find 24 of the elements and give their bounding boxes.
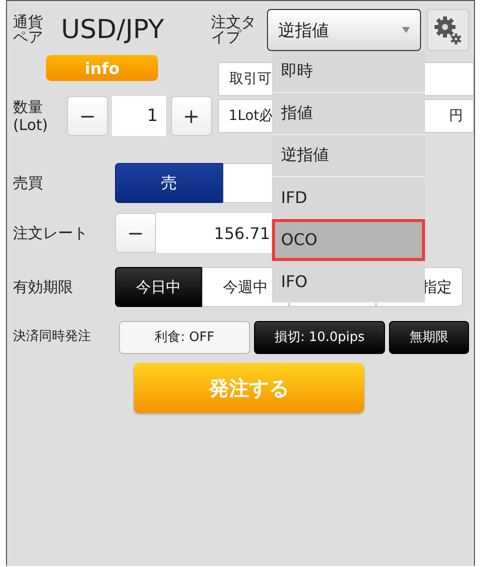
caret-icon xyxy=(402,27,410,33)
order-type-label: 注文タイプ xyxy=(211,15,257,45)
settings-icon xyxy=(434,15,462,45)
side-label: 売買 xyxy=(13,174,44,192)
expiry-label: 有効期限 xyxy=(13,278,74,296)
increase-button[interactable]: + xyxy=(170,96,212,136)
dropdown-item[interactable]: OCO xyxy=(272,219,425,261)
pair-label: 通貨ペア xyxy=(13,15,44,45)
margin-unit: 円 xyxy=(449,107,463,125)
quantity-label: 数量 (Lot) xyxy=(13,98,49,134)
currency-pair: USD/JPY xyxy=(61,15,165,45)
settlement-button[interactable]: 利食: OFF xyxy=(119,320,250,354)
side-button[interactable]: 売 xyxy=(115,163,223,203)
decrease-button[interactable]: − xyxy=(115,213,156,253)
quantity-input[interactable]: 1 xyxy=(112,96,166,136)
rate-label: 注文レート xyxy=(13,224,89,242)
settlement-button[interactable]: 無期限 xyxy=(389,320,469,354)
expiry-button[interactable]: 今日中 xyxy=(115,267,202,307)
order-type-select[interactable]: 逆指値 xyxy=(267,9,421,51)
margin-text: 1Lot必 xyxy=(228,107,274,125)
settlement-button[interactable]: 損切: 10.0pips xyxy=(254,320,385,354)
settings-button[interactable] xyxy=(427,9,469,51)
decrease-button[interactable]: − xyxy=(67,96,108,136)
settlement-label: 決済同時発注 xyxy=(13,328,92,346)
